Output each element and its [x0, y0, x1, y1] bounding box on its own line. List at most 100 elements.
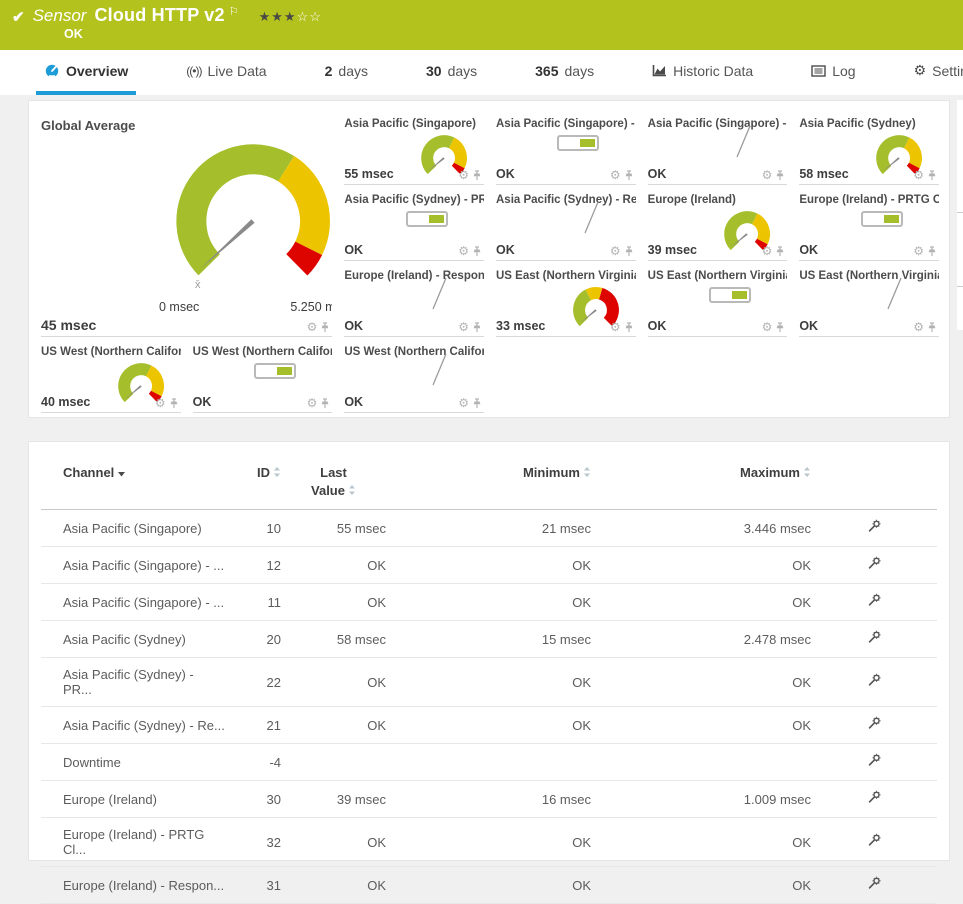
cell-edit[interactable] — [811, 780, 937, 819]
tab-live-data[interactable]: ((•)) Live Data — [178, 50, 274, 95]
pin-gauge-icon[interactable] — [927, 321, 937, 333]
gauge-settings-icon[interactable]: ⚙ — [913, 245, 924, 257]
pin-gauge-icon[interactable] — [624, 245, 634, 257]
gauge-settings-icon[interactable]: ⚙ — [458, 321, 469, 333]
cell-last: 39 msec — [281, 780, 386, 819]
pin-gauge-icon[interactable] — [927, 245, 937, 257]
sort-icon[interactable] — [583, 466, 591, 478]
pin-gauge-icon[interactable] — [472, 321, 482, 333]
cell-channel[interactable]: Asia Pacific (Singapore) - ... — [41, 583, 226, 622]
edit-channel-icon[interactable] — [867, 519, 882, 534]
gauge-settings-icon[interactable]: ⚙ — [610, 245, 621, 257]
cell-channel[interactable]: Asia Pacific (Singapore) — [41, 509, 226, 548]
pin-gauge-icon[interactable] — [320, 321, 330, 333]
channel-name: Asia Pacific (Singapore) - PR... — [496, 118, 636, 130]
gauge-settings-icon[interactable]: ⚙ — [458, 397, 469, 409]
cell-edit[interactable] — [811, 743, 937, 782]
star-filled-icon[interactable]: ★ — [284, 9, 297, 24]
tab-log[interactable]: Log — [803, 50, 863, 95]
pin-gauge-icon[interactable] — [775, 169, 785, 181]
sort-icon[interactable] — [348, 484, 356, 496]
cell-channel[interactable]: Europe (Ireland) — [41, 780, 226, 819]
cell-last: OK — [281, 546, 386, 585]
priority-stars[interactable]: ★★★☆☆ — [259, 9, 322, 25]
pin-gauge-icon[interactable] — [169, 397, 179, 409]
edit-channel-icon[interactable] — [867, 753, 882, 768]
cell-edit[interactable] — [811, 620, 937, 659]
cell-edit[interactable] — [811, 509, 937, 548]
cell-channel[interactable]: Europe (Ireland) - PRTG Cl... — [41, 817, 226, 868]
edit-channel-icon[interactable] — [867, 716, 882, 731]
pin-gauge-icon[interactable] — [624, 321, 634, 333]
channel-gauge-cell: US East (Northern Virginia) - ... OK ⚙ — [799, 261, 939, 337]
star-empty-icon[interactable]: ☆ — [309, 9, 322, 24]
tab-overview[interactable]: Overview — [36, 50, 137, 95]
cell-channel[interactable]: Europe (Ireland) - Respon... — [41, 866, 226, 904]
pin-gauge-icon[interactable] — [472, 397, 482, 409]
ok-toggle-indicator — [860, 211, 903, 227]
cell-edit[interactable] — [811, 583, 937, 622]
gauge-settings-icon[interactable]: ⚙ — [458, 245, 469, 257]
gauge-settings-icon[interactable]: ⚙ — [155, 397, 166, 409]
content-area: Global Average x̄ 0 msec 5.250 msec 45 m… — [0, 95, 963, 904]
gauge-settings-icon[interactable]: ⚙ — [913, 169, 924, 181]
star-filled-icon[interactable]: ★ — [271, 9, 284, 24]
pin-gauge-icon[interactable] — [472, 169, 482, 181]
gauge-settings-icon[interactable]: ⚙ — [458, 169, 469, 181]
edit-channel-icon[interactable] — [867, 593, 882, 608]
pin-gauge-icon[interactable] — [624, 169, 634, 181]
edit-channel-icon[interactable] — [867, 673, 882, 688]
column-header-channel[interactable]: Channel — [41, 448, 226, 511]
tab-365-days[interactable]: 365 days — [527, 50, 602, 95]
edit-channel-icon[interactable] — [867, 556, 882, 571]
sort-icon[interactable] — [273, 466, 281, 478]
cell-id: 22 — [226, 657, 281, 708]
cell-channel[interactable]: Asia Pacific (Sydney) - Re... — [41, 706, 226, 745]
tab-2-days[interactable]: 2 days — [317, 50, 376, 95]
gauge-settings-icon[interactable]: ⚙ — [307, 321, 318, 333]
edit-channel-icon[interactable] — [867, 833, 882, 848]
sort-icon[interactable] — [803, 466, 811, 478]
column-header-max[interactable]: Maximum — [591, 448, 811, 511]
edit-channel-icon[interactable] — [867, 790, 882, 805]
star-empty-icon[interactable]: ☆ — [297, 9, 310, 24]
pin-gauge-icon[interactable] — [775, 245, 785, 257]
star-filled-icon[interactable]: ★ — [259, 9, 272, 24]
gauge-settings-icon[interactable]: ⚙ — [610, 169, 621, 181]
edit-channel-icon[interactable] — [867, 630, 882, 645]
column-header-min[interactable]: Minimum — [386, 448, 591, 511]
pin-gauge-icon[interactable] — [927, 169, 937, 181]
flag-icon[interactable]: ⚐ — [229, 5, 239, 18]
cell-max: 3.446 msec — [591, 509, 811, 548]
cell-channel[interactable]: Downtime — [41, 743, 226, 782]
gauge-settings-icon[interactable]: ⚙ — [913, 321, 924, 333]
cell-min: OK — [386, 866, 591, 904]
cell-id: 11 — [226, 583, 281, 622]
channel-gauge-cell: Europe (Ireland) - PRTG Cloud... OK ⚙ — [799, 185, 939, 261]
column-header-last[interactable]: Last Value — [281, 448, 386, 511]
cell-edit[interactable] — [811, 817, 937, 868]
pin-gauge-icon[interactable] — [472, 245, 482, 257]
cell-edit[interactable] — [811, 866, 937, 904]
cell-min: OK — [386, 657, 591, 708]
tab-settings[interactable]: ⚙ Settings — [906, 50, 963, 95]
cell-channel[interactable]: Asia Pacific (Sydney) - PR... — [41, 657, 226, 708]
tab-30-days[interactable]: 30 days — [418, 50, 485, 95]
cell-id: 21 — [226, 706, 281, 745]
gauge-settings-icon[interactable]: ⚙ — [762, 245, 773, 257]
gauge-settings-icon[interactable]: ⚙ — [762, 169, 773, 181]
gauge-settings-icon[interactable]: ⚙ — [307, 397, 318, 409]
pin-gauge-icon[interactable] — [320, 397, 330, 409]
cell-edit[interactable] — [811, 546, 937, 585]
cell-edit[interactable] — [811, 657, 937, 708]
edit-channel-icon[interactable] — [867, 876, 882, 891]
pin-gauge-icon[interactable] — [775, 321, 785, 333]
tab-historic-data[interactable]: Historic Data — [644, 50, 761, 95]
gauge-settings-icon[interactable]: ⚙ — [762, 321, 773, 333]
gauge-settings-icon[interactable]: ⚙ — [610, 321, 621, 333]
cell-channel[interactable]: Asia Pacific (Singapore) - ... — [41, 546, 226, 585]
cell-channel[interactable]: Asia Pacific (Sydney) — [41, 620, 226, 659]
column-header-id[interactable]: ID — [226, 448, 281, 511]
sorted-desc-icon[interactable] — [117, 470, 126, 478]
cell-edit[interactable] — [811, 706, 937, 745]
